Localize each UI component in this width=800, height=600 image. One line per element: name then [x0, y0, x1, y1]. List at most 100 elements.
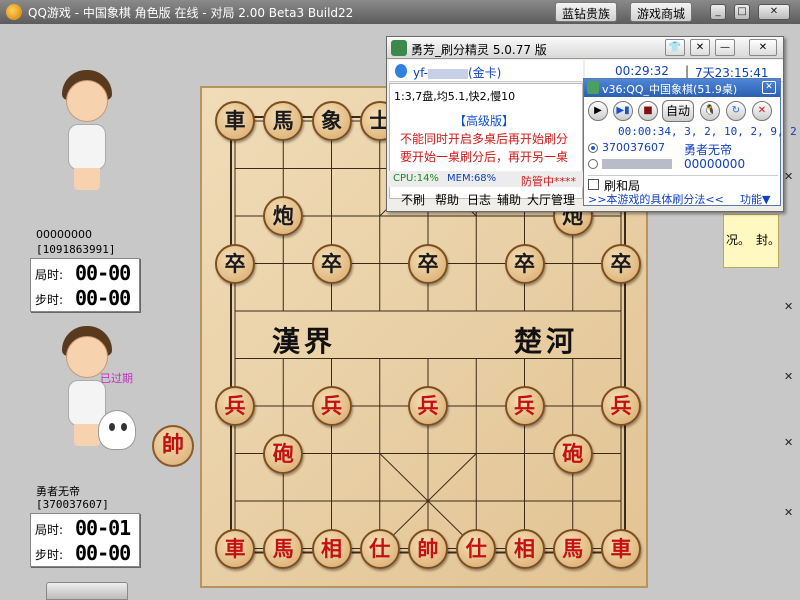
close-icon[interactable]: ✕ [749, 39, 777, 56]
piece-black[interactable]: 卒 [504, 243, 545, 284]
piece-black[interactable]: 車 [215, 101, 255, 141]
account-row: yf- (金卡) [389, 60, 583, 82]
bottom-tab[interactable] [46, 582, 128, 600]
exit-icon[interactable]: ✕ [752, 101, 772, 121]
blue-diamond-button[interactable]: 蓝钻贵族 [555, 2, 618, 22]
menu-hall-manage[interactable]: 大厅管理 [527, 191, 575, 208]
piece-red[interactable]: 相 [311, 528, 352, 569]
player-1-name: 00000000 [36, 228, 92, 241]
close-icon[interactable]: ✕ [762, 81, 776, 94]
close-icon[interactable]: ✕ [784, 436, 793, 449]
pet-ghost-icon [98, 410, 136, 450]
user-2-id-redacted [602, 157, 672, 170]
user-row-2[interactable]: 00000000 [588, 157, 778, 173]
close-icon[interactable]: ✕ [784, 370, 793, 383]
piece-red[interactable]: 仕 [456, 528, 497, 569]
piece-red[interactable]: 砲 [552, 433, 593, 474]
helper-menu: 不刷 帮助 日志 辅助 大厅管理 [391, 191, 585, 209]
river-label-han: 漢界 [272, 325, 337, 358]
close-icon[interactable]: ✕ [784, 170, 793, 183]
function-menu[interactable]: 功能▼ [740, 191, 770, 207]
piece-red[interactable]: 相 [504, 528, 545, 569]
user-2-radio[interactable] [588, 159, 598, 169]
minimize-icon[interactable]: _ [710, 4, 726, 20]
user-1-radio[interactable] [588, 143, 598, 153]
next-icon[interactable]: ▶▮ [613, 101, 633, 121]
river-label-chu: 楚河 [514, 325, 579, 358]
note-text-2: 封。 [756, 233, 781, 247]
memory-usage: MEM:68% [447, 173, 497, 184]
play-icon[interactable]: ▶ [588, 101, 608, 121]
piece-red[interactable]: 車 [215, 528, 255, 569]
chat-note: 况。 封。 [723, 214, 781, 268]
current-side-marshal-piece: 帥 [152, 425, 194, 467]
step-time-value: 00-00 [75, 286, 131, 310]
piece-red[interactable]: 帥 [408, 528, 448, 569]
expired-badge: 已过期 [100, 372, 133, 385]
helper-app-icon [391, 40, 407, 56]
piece-red[interactable]: 砲 [263, 433, 304, 474]
close-icon[interactable]: ✕ [784, 506, 793, 519]
title-bar: QQ游戏 - 中国象棋 角色版 在线 - 对局 2.00 Beta3 Build… [0, 0, 800, 24]
window-title: QQ游戏 - 中国象棋 角色版 在线 - 对局 2.00 Beta3 Build… [28, 6, 354, 20]
draw-checkbox-row[interactable]: 刷和局 [588, 175, 778, 193]
helper-title: 勇芳_刷分精灵 5.0.77 版 [411, 43, 547, 57]
piece-black[interactable]: 卒 [601, 243, 641, 284]
auto-button[interactable]: 自动 [662, 100, 694, 122]
game-time-value: 00-00 [75, 261, 131, 285]
cpu-usage: CPU:14% [393, 173, 439, 184]
piece-black[interactable]: 卒 [408, 243, 448, 284]
piece-black[interactable]: 卒 [215, 243, 255, 284]
piece-red[interactable]: 兵 [311, 386, 352, 426]
user-2-score: 00000000 [684, 157, 746, 171]
piece-red[interactable]: 車 [601, 528, 641, 569]
player-2-timer: 局时: 00-01 步时: 00-00 [30, 513, 140, 567]
close-icon[interactable]: ✕ [784, 300, 793, 313]
piece-black[interactable]: 象 [311, 101, 352, 141]
qq-penguin-icon[interactable]: 🐧 [700, 101, 720, 121]
step-time-label: 步时: [35, 293, 64, 307]
draw-checkbox[interactable] [588, 179, 599, 190]
user-1-id: 370037607 [602, 141, 665, 154]
piece-red[interactable]: 馬 [552, 528, 593, 569]
menu-log[interactable]: 日志 [467, 191, 491, 208]
table-panel-title-bar: v36:QQ_中国象棋(51.9桌) ✕ [584, 79, 780, 97]
warning-line-1: 不能同时开启多桌后再开始刷分 [400, 132, 569, 146]
table-control-panel[interactable]: v36:QQ_中国象棋(51.9桌) ✕ ▶ ▶▮ ■ 自动 🐧 ↻ ✕ 00:… [583, 78, 797, 207]
step-time-label: 步时: [35, 548, 64, 562]
menu-help[interactable]: 帮助 [435, 191, 459, 208]
menu-no-score[interactable]: 不刷 [401, 191, 425, 208]
player-1-timer: 局时: 00-00 步时: 00-00 [30, 258, 140, 312]
user-row-1[interactable]: 370037607 勇者无帝 [588, 141, 778, 157]
piece-red[interactable]: 兵 [408, 386, 448, 426]
minimize-icon[interactable]: — [715, 39, 735, 56]
piece-red[interactable]: 兵 [215, 386, 255, 426]
game-time-label: 局时: [35, 523, 64, 537]
scoring-method-link[interactable]: >>本游戏的具体刷分法<< [588, 191, 724, 207]
piece-red[interactable]: 馬 [263, 528, 304, 569]
piece-black[interactable]: 卒 [311, 243, 352, 284]
menu-assist[interactable]: 辅助 [497, 191, 521, 208]
step-time-value: 00-00 [75, 541, 131, 565]
maximize-icon[interactable]: □ [734, 4, 750, 20]
game-mall-button[interactable]: 游戏商城 [630, 2, 693, 22]
refresh-icon[interactable]: ↻ [726, 101, 746, 121]
piece-black[interactable]: 炮 [263, 196, 304, 236]
user-1-name: 勇者无帝 [684, 143, 733, 157]
player-1-avatar[interactable] [52, 70, 122, 190]
pin-icon[interactable]: ✕ [690, 39, 710, 56]
piece-red[interactable]: 仕 [359, 528, 400, 569]
piece-red[interactable]: 兵 [504, 386, 545, 426]
helper-title-bar[interactable]: 勇芳_刷分精灵 5.0.77 版 👕 ✕ — ✕ [387, 37, 783, 59]
close-icon[interactable]: ✕ [758, 4, 790, 20]
piece-red[interactable]: 兵 [601, 386, 641, 426]
guard-status: 防管中**** [521, 175, 576, 188]
chess-app-icon [587, 81, 599, 94]
progress-stats: 00:00:34, 3, 2, 10, 2, 9, 2 [618, 125, 797, 138]
account-name: yf- (金卡) [413, 66, 502, 80]
piece-black[interactable]: 馬 [263, 101, 304, 141]
skin-icon[interactable]: 👕 [665, 39, 685, 56]
account-shield-icon [395, 64, 407, 78]
note-text-1: 况。 [726, 233, 751, 247]
stop-icon[interactable]: ■ [638, 101, 658, 121]
